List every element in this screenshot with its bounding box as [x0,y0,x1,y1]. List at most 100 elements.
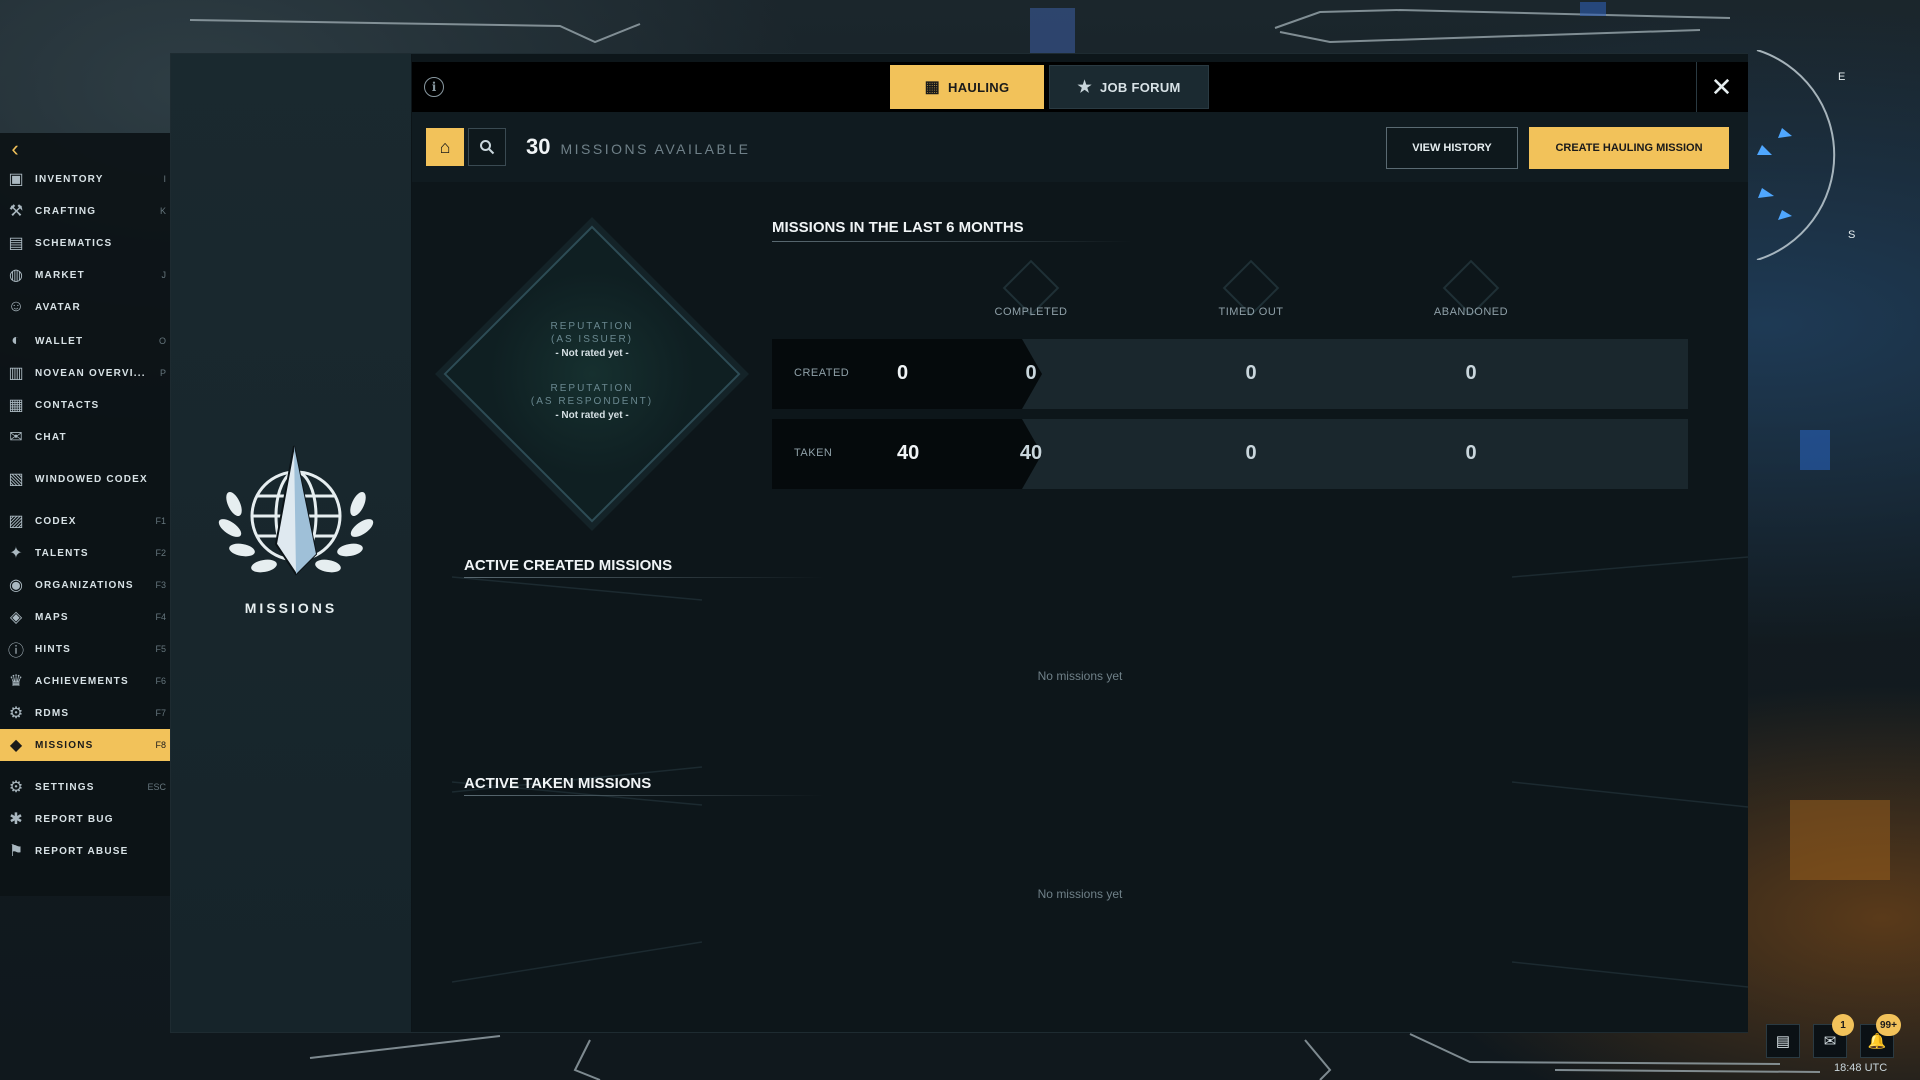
nav-item-hotkey: F8 [155,740,166,750]
nav-item-hotkey: F5 [155,644,166,654]
create-hauling-mission-button[interactable]: CREATE HAULING MISSION [1529,127,1729,169]
nav-item-hotkey: F2 [155,548,166,558]
nav-item-wallet[interactable]: ◐ Wallet O [0,325,170,357]
clock: 18:48 UTC [1834,1062,1888,1074]
nav-item-hotkey: K [159,206,166,216]
nav-item-hotkey: F1 [155,516,166,526]
nav-item-novean-overview[interactable]: ▥ Novean overvi... P [0,357,170,389]
active-created-title: ACTIVE CREATED MISSIONS [464,557,673,574]
hints-icon: ⓘ [7,643,24,660]
active-taken-underline [464,795,824,796]
crafting-icon: ⚒ [8,203,24,220]
nav-item-contacts[interactable]: ▦ Contacts [0,389,170,421]
nav-item-label: Report abuse [35,845,129,857]
nav-item-label: Achievements [35,675,129,687]
stats-cell-timed-out: 0 [1245,442,1257,464]
info-icon[interactable]: i [424,77,444,97]
search-icon [480,140,495,155]
nav-item-hotkey: F6 [155,676,166,686]
stats-cell-completed: 0 [1025,362,1037,384]
compass-south-label: S [1848,229,1855,241]
tab-hauling-label: HAULING [948,79,1010,95]
nav-item-chat[interactable]: ✉ Chat [0,421,170,453]
rdms-icon: ⚙ [8,705,24,722]
inventory-icon: ▣ [8,171,24,188]
reputation-badge: REPUTATION (AS ISSUER) - Not rated yet -… [442,224,742,524]
stats-row-total: 40 [897,442,920,464]
reputation-respondent-label: REPUTATION [550,383,634,394]
nav-item-label: Organizations [35,579,134,591]
market-icon: ◍ [9,267,23,284]
reputation-diamond [443,225,741,523]
col-timed-out: TIMED OUT [1218,306,1284,318]
col-completed: COMPLETED [994,306,1068,318]
novean-overview-icon: ▥ [8,365,24,382]
missions-icon: ◆ [9,737,23,754]
active-taken-empty: No missions yet [1037,887,1123,901]
tab-job-forum-label: JOB FORUM [1099,79,1181,95]
tab-hauling[interactable]: ▦ HAULING [890,65,1044,109]
nav-item-label: Hints [35,643,71,655]
wallet-icon: ◐ [11,332,21,349]
nav-item-schematics[interactable]: ▤ Schematics [0,227,170,259]
close-icon[interactable]: ✕ [1696,62,1746,112]
nav-item-talents[interactable]: ✦ Talents F2 [0,537,170,569]
collapse-nav-chevron-icon[interactable]: ‹ [0,133,30,165]
reputation-issuer: REPUTATION (AS ISSUER) - Not rated yet - [442,320,742,359]
search-button[interactable] [468,128,506,166]
codex-tray-button[interactable]: ▤ [1766,1024,1800,1058]
nav-item-missions[interactable]: ◆ Missions F8 [0,729,170,761]
reputation-respondent: REPUTATION (AS RESPONDENT) - Not rated y… [442,382,742,421]
achievements-icon: ♛ [8,673,24,690]
view-history-button[interactable]: VIEW HISTORY [1386,127,1518,169]
missions-available: 30 MISSIONS AVAILABLE [526,134,750,160]
missions-modal: MISSIONS i ▦ HAULING ★ JOB FORUM ✕ ⌂ 30 … [170,53,1748,1033]
star-icon: ★ [1077,79,1092,96]
active-taken-title: ACTIVE TAKEN MISSIONS [464,775,652,792]
stats-row-label: CREATED [794,367,850,379]
nav-item-crafting[interactable]: ⚒ Crafting K [0,195,170,227]
nav-item-hotkey: I [163,174,166,184]
nav-item-inventory[interactable]: ▣ Inventory I [0,163,170,195]
tab-job-forum[interactable]: ★ JOB FORUM [1049,65,1209,109]
nav-item-maps[interactable]: ◈ Maps F4 [0,601,170,633]
nav-item-label: Market [35,269,85,281]
maps-icon: ◈ [9,609,23,626]
nav-item-report-bug[interactable]: ✱ Report bug [0,803,170,835]
nav-item-label: Missions [35,739,94,751]
stats-cell-timed-out: 0 [1245,362,1257,384]
compass-icon: E S [1756,50,1855,260]
stats-cell-completed: 40 [1019,442,1043,464]
nav-item-hotkey: J [161,270,167,280]
missions-toolbar: ⌂ 30 MISSIONS AVAILABLE VIEW HISTORY CRE… [412,112,1748,182]
windowed-codex-icon: ▧ [8,471,24,488]
home-button[interactable]: ⌂ [426,128,464,166]
nav-item-windowed-codex[interactable]: ▧ Windowed codex [0,463,170,495]
nav-item-hints[interactable]: ⓘ Hints F5 [0,633,170,665]
nav-item-organizations[interactable]: ◉ Organizations F3 [0,569,170,601]
nav-item-settings[interactable]: ⚙ Settings ESC [0,771,170,803]
col-abandoned: ABANDONED [1433,306,1509,318]
report-abuse-icon: ⚑ [8,843,24,860]
nav-item-achievements[interactable]: ♛ Achievements F6 [0,665,170,697]
nav-item-codex[interactable]: ▨ Codex F1 [0,505,170,537]
chat-badge: 1 [1832,1014,1854,1036]
missions-sidebar: MISSIONS [171,54,411,1032]
nav-item-hotkey: F7 [155,708,166,718]
nav-item-avatar[interactable]: ☺ Avatar [0,291,170,323]
nav-item-label: Novean overvi... [35,367,146,379]
reputation-issuer-value: - Not rated yet - [555,348,629,359]
stats-cell-abandoned: 0 [1465,442,1477,464]
compass-east-label: E [1838,71,1845,83]
nav-item-rdms[interactable]: ⚙ RDMS F7 [0,697,170,729]
nav-item-market[interactable]: ◍ Market J [0,259,170,291]
contacts-icon: ▦ [8,397,24,414]
nav-item-label: Chat [35,431,67,443]
stats-row-taken: TAKEN 40 40 0 0 [772,419,1688,489]
reputation-respondent-value: - Not rated yet - [555,410,629,421]
nav-item-label: Wallet [35,335,84,347]
nav-item-report-abuse[interactable]: ⚑ Report abuse [0,835,170,867]
reputation-respondent-sublabel: (AS RESPONDENT) [530,396,654,407]
nav-item-label: Inventory [35,173,104,185]
missions-emblem-icon [218,445,374,576]
